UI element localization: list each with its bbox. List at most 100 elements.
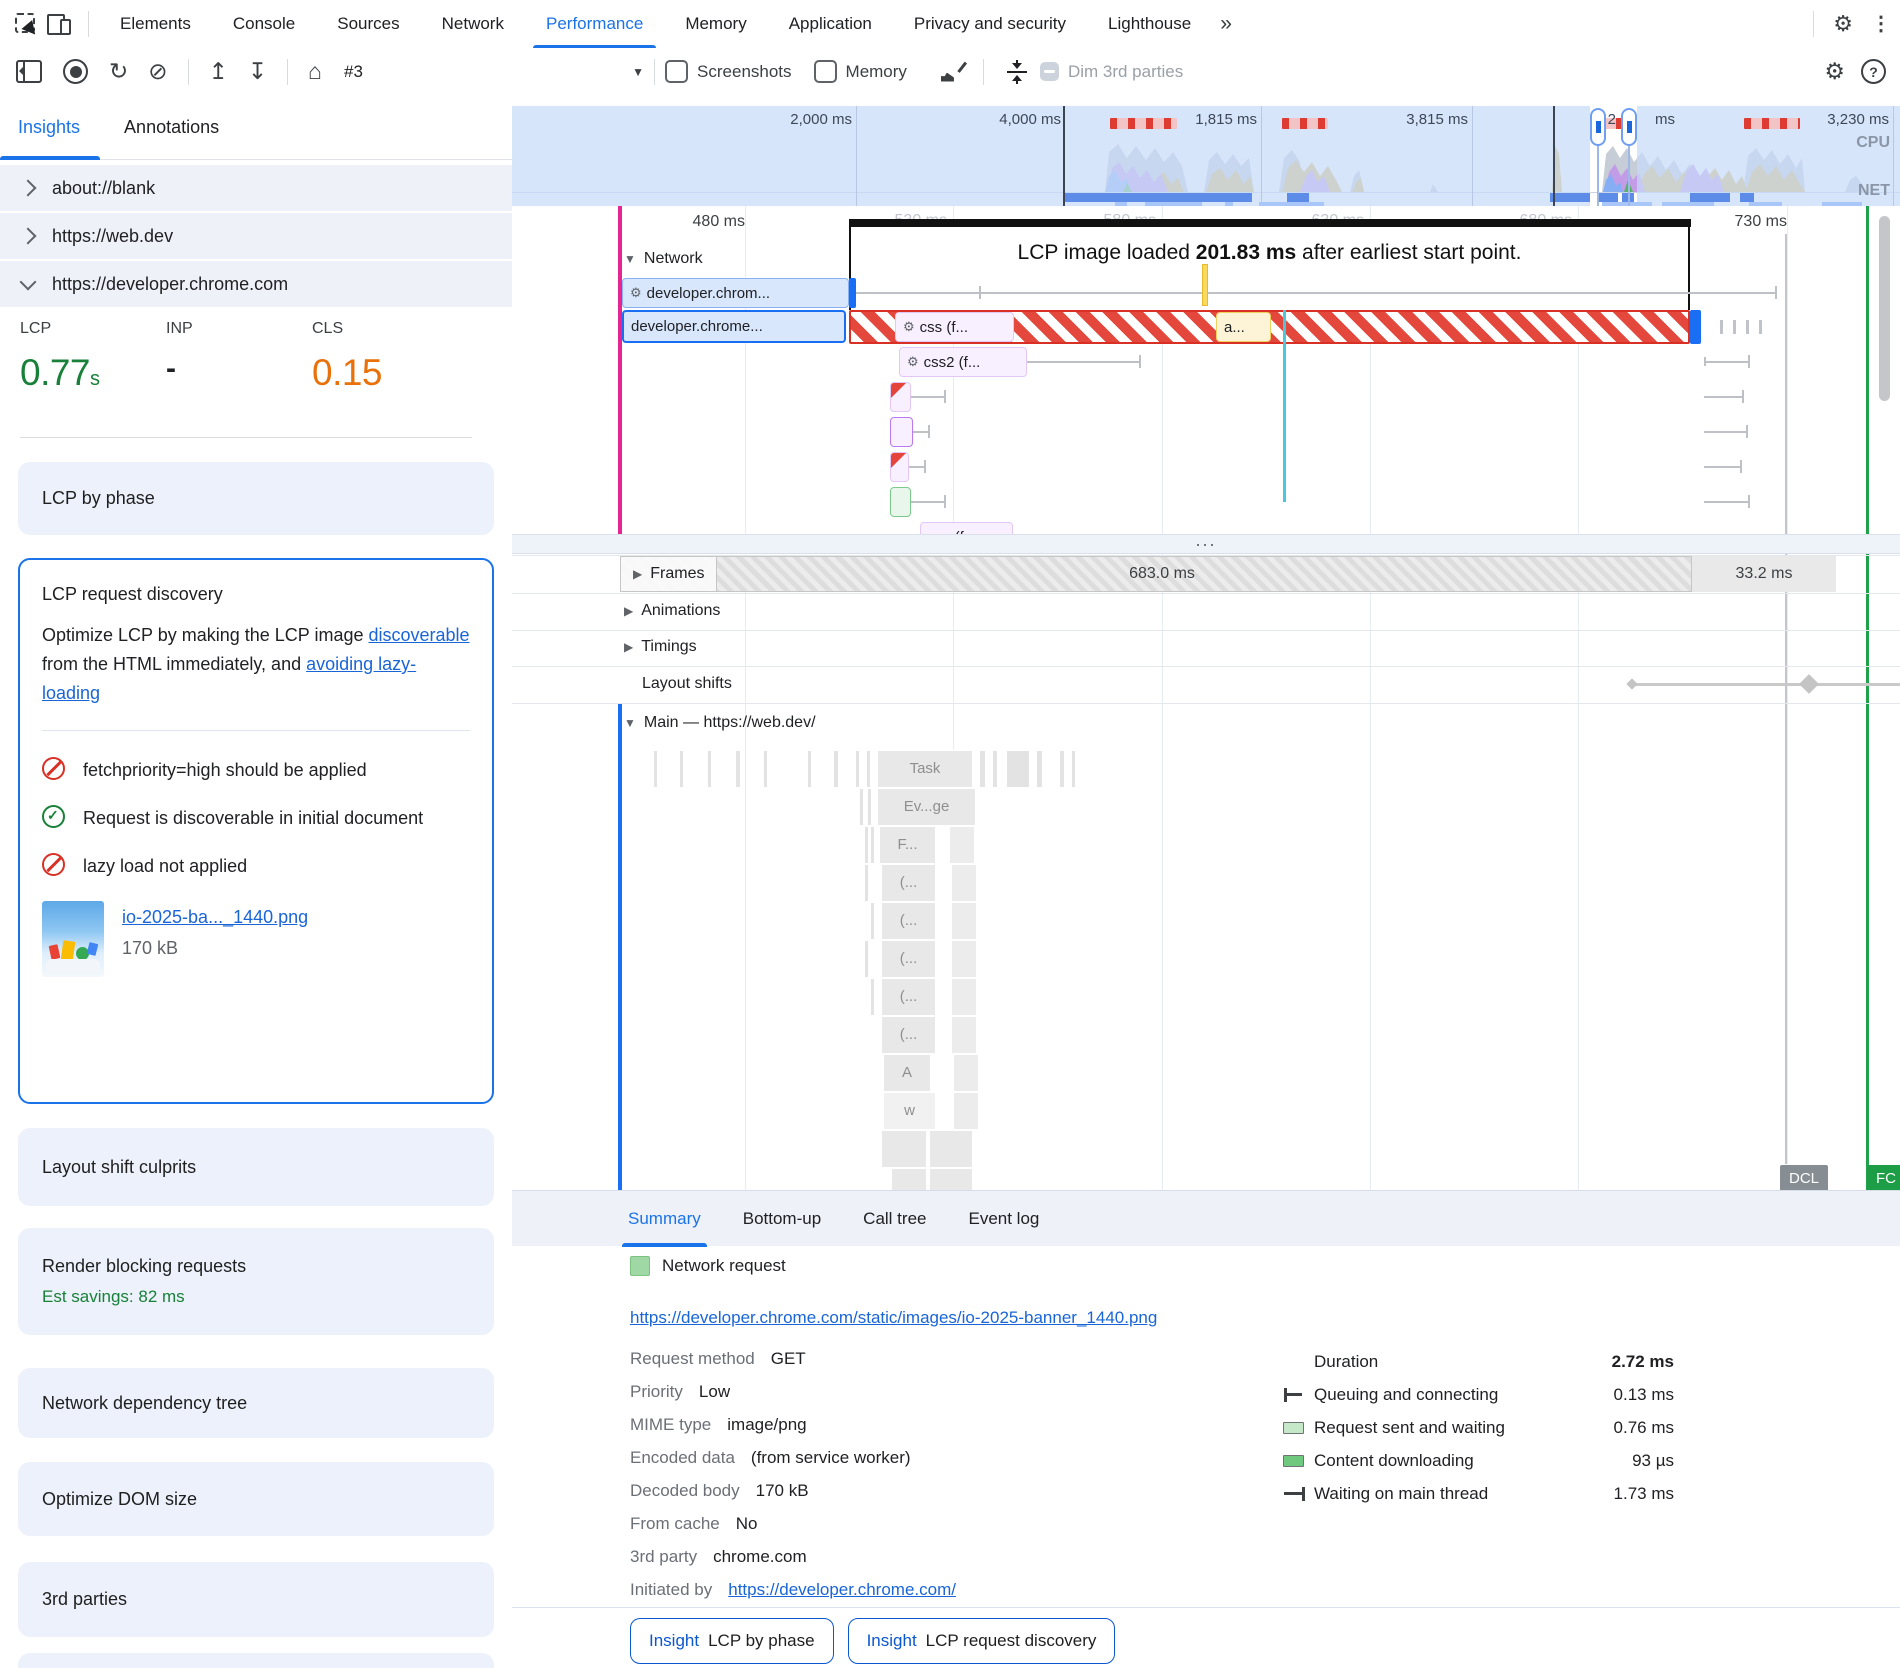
navigation-row[interactable]: https://web.dev xyxy=(0,213,512,259)
navigation-row[interactable]: https://developer.chrome.com xyxy=(0,261,512,307)
details-tab[interactable]: Bottom-up xyxy=(743,1191,821,1247)
flame-event[interactable]: (... xyxy=(882,979,935,1015)
selection-handle-right[interactable] xyxy=(1621,108,1637,146)
core-web-vitals: LCP 0.77s INP - CLS 0.15 xyxy=(20,320,492,394)
more-tabs-icon[interactable]: » xyxy=(1212,12,1238,36)
flame-scrollbar-thumb[interactable] xyxy=(1879,216,1890,401)
flame-event[interactable]: (... xyxy=(882,865,935,901)
insight-card-render-blocking[interactable]: Render blocking requests Est savings: 82… xyxy=(18,1228,494,1335)
flame-event[interactable]: (... xyxy=(882,941,935,977)
insight-lcp-request-discovery-button[interactable]: Insight LCP request discovery xyxy=(848,1618,1116,1664)
timeline-overview[interactable]: 2,000 ms4,000 ms1,815 ms3,815 ms2ms3,230… xyxy=(512,106,1900,207)
settings-gear-icon[interactable]: ⚙ xyxy=(1824,13,1862,35)
event-title: Network request xyxy=(662,1256,786,1276)
frame-tail-label[interactable]: 33.2 ms xyxy=(1692,556,1836,592)
toggle-sidebar-icon[interactable] xyxy=(16,60,42,83)
discoverable-link[interactable]: discoverable xyxy=(369,625,470,645)
selection-handle-left[interactable] xyxy=(1590,108,1606,146)
panel-tab[interactable]: Memory xyxy=(664,0,767,48)
screenshots-checkbox[interactable] xyxy=(665,60,688,83)
flame-event[interactable]: w xyxy=(884,1093,935,1129)
small-request-chip[interactable] xyxy=(890,487,911,517)
dim-third-parties-checkbox[interactable] xyxy=(1040,62,1059,81)
lcp-image-thumbnail[interactable] xyxy=(42,901,104,977)
insight-card-partial xyxy=(18,1653,494,1668)
small-request-chip[interactable] xyxy=(890,417,913,447)
devtools-window: ElementsConsoleSourcesNetworkPerformance… xyxy=(0,0,1900,1668)
insight-card-lcp-request-discovery[interactable]: LCP request discovery Optimize LCP by ma… xyxy=(18,558,494,1104)
insight-card-layout-shift-culprits[interactable]: Layout shift culprits xyxy=(18,1128,494,1206)
gc-brush-icon[interactable] xyxy=(939,60,963,84)
panel-tab[interactable]: Network xyxy=(421,0,525,48)
sidebar-tab[interactable]: Annotations xyxy=(124,95,219,160)
frames-track-header[interactable]: ▶ Frames xyxy=(620,556,717,592)
discovery-checklist: fetchpriority=high should be applied Req… xyxy=(42,757,470,879)
fcp-badge[interactable]: FC xyxy=(1867,1165,1900,1190)
flame-chart[interactable]: 530 ms580 ms630 ms680 ms 480 ms 730 ms L… xyxy=(512,206,1900,1190)
panel-tab[interactable]: Console xyxy=(212,0,316,48)
selected-network-request-chip[interactable]: developer.chrome... xyxy=(622,310,846,343)
sidebar-tab[interactable]: Insights xyxy=(18,95,80,160)
flame-event[interactable]: A xyxy=(884,1055,930,1091)
session-select[interactable]: #3 ▼ xyxy=(332,62,644,82)
insight-card-3rd-parties[interactable]: 3rd parties xyxy=(18,1562,494,1637)
long-task-stripe xyxy=(1110,118,1177,129)
dcl-marker-line xyxy=(1785,234,1787,1164)
insight-card-optimize-dom-size[interactable]: Optimize DOM size xyxy=(18,1462,494,1536)
lcp-image-link[interactable]: io-2025-ba..._1440.png xyxy=(122,907,308,927)
panel-tab[interactable]: Performance xyxy=(525,0,664,48)
dcl-badge[interactable]: DCL xyxy=(1780,1165,1828,1190)
navigation-row[interactable]: about://blank xyxy=(0,165,512,211)
help-icon[interactable]: ? xyxy=(1861,59,1886,84)
insight-lcp-by-phase-button[interactable]: Insight LCP by phase xyxy=(630,1618,834,1664)
long-task-stripe xyxy=(1282,118,1328,129)
request-url-link[interactable]: https://developer.chrome.com/static/imag… xyxy=(630,1308,1157,1327)
collapse-tracks-icon[interactable] xyxy=(1006,60,1028,84)
dim-third-parties-label: Dim 3rd parties xyxy=(1068,62,1183,82)
small-request-chip[interactable] xyxy=(890,452,909,482)
clear-icon[interactable]: ⊘ xyxy=(138,60,177,83)
lcp-delay-value: 201.83 ms xyxy=(1196,241,1296,264)
network-track-header[interactable]: ▼ Network xyxy=(624,250,703,268)
metric: CLS 0.15 xyxy=(312,320,458,394)
details-tab[interactable]: Summary xyxy=(628,1191,701,1247)
request-field-row: Priority Low xyxy=(630,1375,956,1408)
insight-card-network-dependency-tree[interactable]: Network dependency tree xyxy=(18,1368,494,1438)
css2-request-chip[interactable]: ⚙css2 (f... xyxy=(899,347,1027,377)
capture-settings-gear-icon[interactable]: ⚙ xyxy=(1814,60,1855,83)
kebab-menu-icon[interactable]: ⋮ xyxy=(1862,14,1900,34)
font-request-chip[interactable]: a... xyxy=(1216,312,1271,342)
layout-shifts-track-header[interactable]: Layout shifts xyxy=(642,675,732,693)
home-icon[interactable]: ⌂ xyxy=(298,60,332,83)
record-and-reload-icon[interactable]: ↻ xyxy=(99,60,138,83)
details-tab[interactable]: Event log xyxy=(968,1191,1039,1247)
flame-event[interactable]: F... xyxy=(880,827,935,863)
panel-tab[interactable]: Elements xyxy=(99,0,212,48)
device-toolbar-icon[interactable] xyxy=(46,12,72,36)
insight-card-lcp-by-phase[interactable]: LCP by phase xyxy=(18,462,494,535)
timings-track-header[interactable]: ▶Timings xyxy=(624,638,697,656)
download-profile-icon[interactable]: ↧ xyxy=(238,60,277,83)
panel-tab[interactable]: Application xyxy=(768,0,893,48)
devtools-tabbar: ElementsConsoleSourcesNetworkPerformance… xyxy=(0,0,1900,49)
css-request-chip[interactable]: ⚙css (f... xyxy=(895,312,1014,342)
flame-event[interactable]: Ev...ge xyxy=(878,789,975,825)
layout-shift-diamond[interactable] xyxy=(1799,674,1819,694)
panel-tab[interactable]: Sources xyxy=(316,0,420,48)
inspect-element-icon[interactable] xyxy=(14,12,38,36)
small-request-chip[interactable] xyxy=(890,382,911,412)
main-thread-track-header[interactable]: ▼Main — https://web.dev/ xyxy=(624,714,816,732)
record-icon[interactable] xyxy=(63,59,88,84)
flame-event[interactable]: (... xyxy=(882,903,935,939)
panel-tab[interactable]: Privacy and security xyxy=(893,0,1087,48)
request-field-row: From cache No xyxy=(630,1507,956,1540)
animations-track-header[interactable]: ▶Animations xyxy=(624,602,720,620)
flame-event[interactable]: Task xyxy=(878,751,972,787)
details-tab[interactable]: Call tree xyxy=(863,1191,926,1247)
network-request-chip[interactable]: ⚙developer.chrom... xyxy=(622,278,849,308)
panel-tab[interactable]: Lighthouse xyxy=(1087,0,1212,48)
track-splitter-handle[interactable]: ... xyxy=(512,534,1900,554)
flame-event[interactable]: (... xyxy=(882,1017,935,1053)
memory-checkbox[interactable] xyxy=(814,60,837,83)
upload-profile-icon[interactable]: ↥ xyxy=(199,60,238,83)
